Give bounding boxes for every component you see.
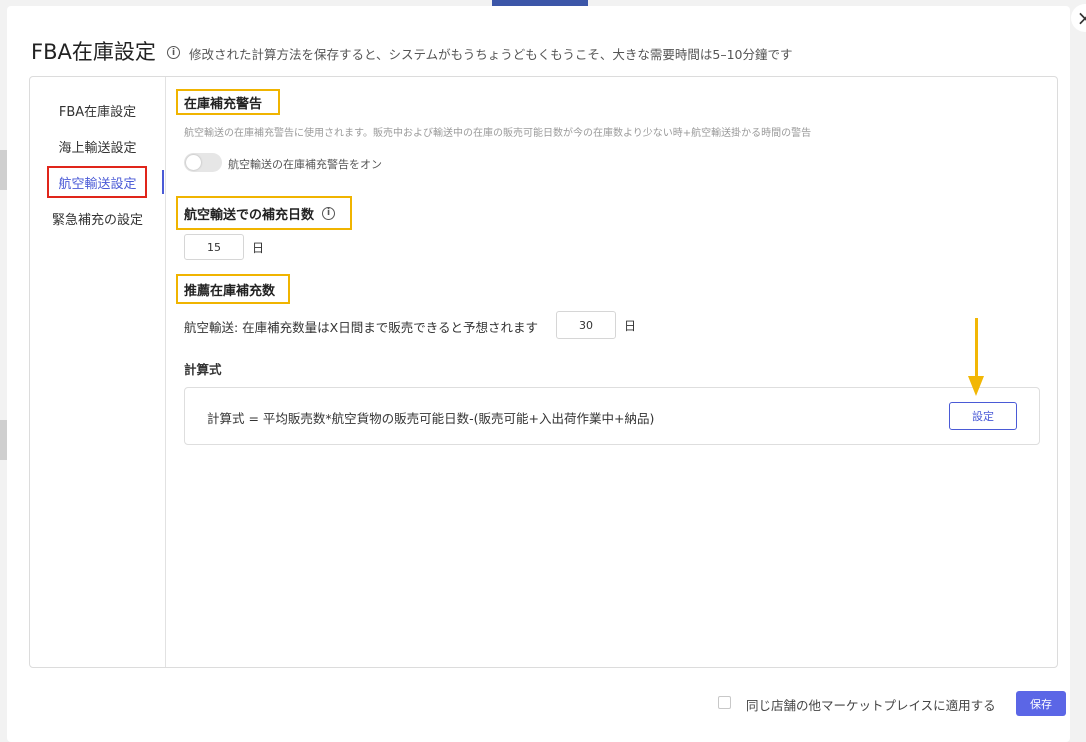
annotation-arrow-head bbox=[968, 376, 984, 396]
restock-warning-toggle[interactable] bbox=[184, 153, 222, 172]
sidebar-item-emergency-restock[interactable]: 緊急補充の設定 bbox=[30, 209, 165, 228]
recommended-restock-title: 推薦在庫補充数 bbox=[176, 274, 290, 304]
modal-description: 修改された計算方法を保存すると、システムがもうちょうどもくもうこそ、大きな需要時… bbox=[189, 47, 793, 62]
sidebar-item-air-shipping[interactable]: 航空輸送設定 bbox=[30, 173, 165, 192]
sales-days-unit: 日 bbox=[624, 319, 637, 333]
restock-warning-toggle-label: 航空輸送の在庫補充警告をオン bbox=[228, 158, 382, 171]
formula-settings-button[interactable]: 設定 bbox=[949, 402, 1017, 430]
sidebar-item-fba-stock[interactable]: FBA在庫設定 bbox=[30, 101, 165, 120]
restock-warning-hint: 航空輸送の在庫補充警告に使用されます。販売中および輸送中の在庫の販売可能日数が今… bbox=[184, 128, 812, 139]
formula-heading: 計算式 bbox=[184, 362, 222, 377]
active-indicator bbox=[162, 170, 164, 194]
replenish-days-input[interactable] bbox=[184, 234, 244, 260]
settings-panel: FBA在庫設定 海上輸送設定 航空輸送設定 緊急補充の設定 在庫補充警告 航空輸… bbox=[29, 76, 1058, 668]
info-icon[interactable]: i bbox=[322, 206, 336, 220]
sidebar-item-sea-shipping[interactable]: 海上輸送設定 bbox=[30, 137, 165, 156]
info-icon: i bbox=[167, 46, 180, 59]
replenish-days-title-text: 航空輸送での補充日数 bbox=[184, 207, 315, 223]
sales-days-input[interactable] bbox=[556, 311, 616, 339]
annotation-arrow-shaft bbox=[975, 318, 978, 380]
formula-box: 計算式 = 平均販売数*航空貨物の販売可能日数-(販売可能+入出荷作業中+納品)… bbox=[184, 387, 1040, 445]
restock-warning-title-text: 在庫補充警告 bbox=[184, 96, 263, 112]
replenish-days-unit: 日 bbox=[252, 241, 265, 255]
modal-title: FBA在庫設定 bbox=[31, 40, 156, 64]
recommended-restock-title-text: 推薦在庫補充数 bbox=[184, 283, 276, 299]
apply-to-other-marketplaces-label: 同じ店舗の他マーケットプレイスに適用する bbox=[746, 698, 996, 713]
apply-to-other-marketplaces-checkbox[interactable] bbox=[718, 696, 731, 709]
toggle-knob bbox=[186, 155, 201, 170]
fba-settings-modal: × FBA在庫設定 i 修改された計算方法を保存すると、システムがもうちょうども… bbox=[7, 4, 1086, 742]
restock-warning-title: 在庫補充警告 bbox=[176, 89, 280, 115]
settings-sidebar: FBA在庫設定 海上輸送設定 航空輸送設定 緊急補充の設定 bbox=[30, 77, 166, 667]
formula-text: 計算式 = 平均販売数*航空貨物の販売可能日数-(販売可能+入出荷作業中+納品) bbox=[207, 411, 655, 426]
recommended-restock-sentence: 航空輸送: 在庫補充数量はX日間まで販売できると予想されます bbox=[184, 320, 538, 335]
replenish-days-title: 航空輸送での補充日数 i bbox=[176, 196, 352, 230]
save-button[interactable]: 保存 bbox=[1016, 691, 1066, 716]
